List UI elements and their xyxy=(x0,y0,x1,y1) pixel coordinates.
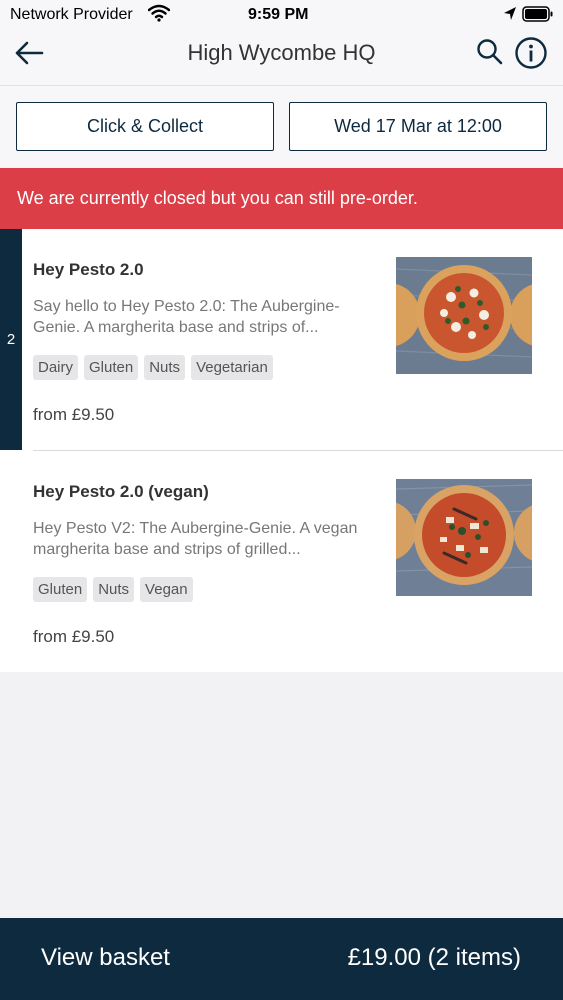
order-options: Click & Collect Wed 17 Mar at 12:00 xyxy=(0,86,563,168)
basket-total: £19.00 (2 items) xyxy=(347,944,521,971)
wifi-icon xyxy=(147,4,171,27)
closed-banner: We are currently closed but you can stil… xyxy=(0,168,563,229)
view-basket-bar[interactable]: View basket £19.00 (2 items) xyxy=(0,918,563,1000)
battery-icon xyxy=(522,6,554,27)
clock: 9:59 PM xyxy=(248,6,309,23)
nav-bar: High Wycombe HQ xyxy=(0,30,563,86)
item-description: Say hello to Hey Pesto 2.0: The Aubergin… xyxy=(33,298,340,336)
tag-gluten: Gluten xyxy=(84,355,139,380)
quantity-badge: 2 xyxy=(0,229,22,450)
item-price: from £9.50 xyxy=(33,405,115,424)
item-tags: Gluten Nuts Vegan xyxy=(33,577,193,602)
pizza-photo xyxy=(396,479,532,596)
view-basket-label: View basket xyxy=(41,944,170,971)
menu-item-hey-pesto-vegan[interactable]: Hey Pesto 2.0 (vegan) Hey Pesto V2: The … xyxy=(0,451,563,672)
fulfilment-method-button[interactable]: Click & Collect xyxy=(16,102,274,151)
search-icon[interactable] xyxy=(476,38,504,66)
tag-vegetarian: Vegetarian xyxy=(191,355,273,380)
tag-gluten: Gluten xyxy=(33,577,88,602)
status-bar: Network Provider 9:59 PM xyxy=(0,0,563,30)
item-name: Hey Pesto 2.0 (vegan) xyxy=(33,482,209,501)
info-icon[interactable] xyxy=(514,36,548,70)
item-description: Hey Pesto V2: The Aubergine-Genie. A veg… xyxy=(33,520,358,558)
tag-nuts: Nuts xyxy=(93,577,135,602)
tag-nuts: Nuts xyxy=(144,355,186,380)
item-name: Hey Pesto 2.0 xyxy=(33,260,144,279)
item-price: from £9.50 xyxy=(33,627,115,646)
order-time-button[interactable]: Wed 17 Mar at 12:00 xyxy=(289,102,547,151)
item-tags: Dairy Gluten Nuts Vegetarian xyxy=(33,355,273,380)
menu-item-hey-pesto[interactable]: 2 Hey Pesto 2.0 Say hello to Hey Pesto 2… xyxy=(0,229,563,451)
pizza-photo xyxy=(396,257,532,374)
carrier-label: Network Provider xyxy=(10,6,133,23)
location-arrow-icon xyxy=(503,6,517,27)
tag-vegan: Vegan xyxy=(140,577,193,602)
tag-dairy: Dairy xyxy=(33,355,79,380)
